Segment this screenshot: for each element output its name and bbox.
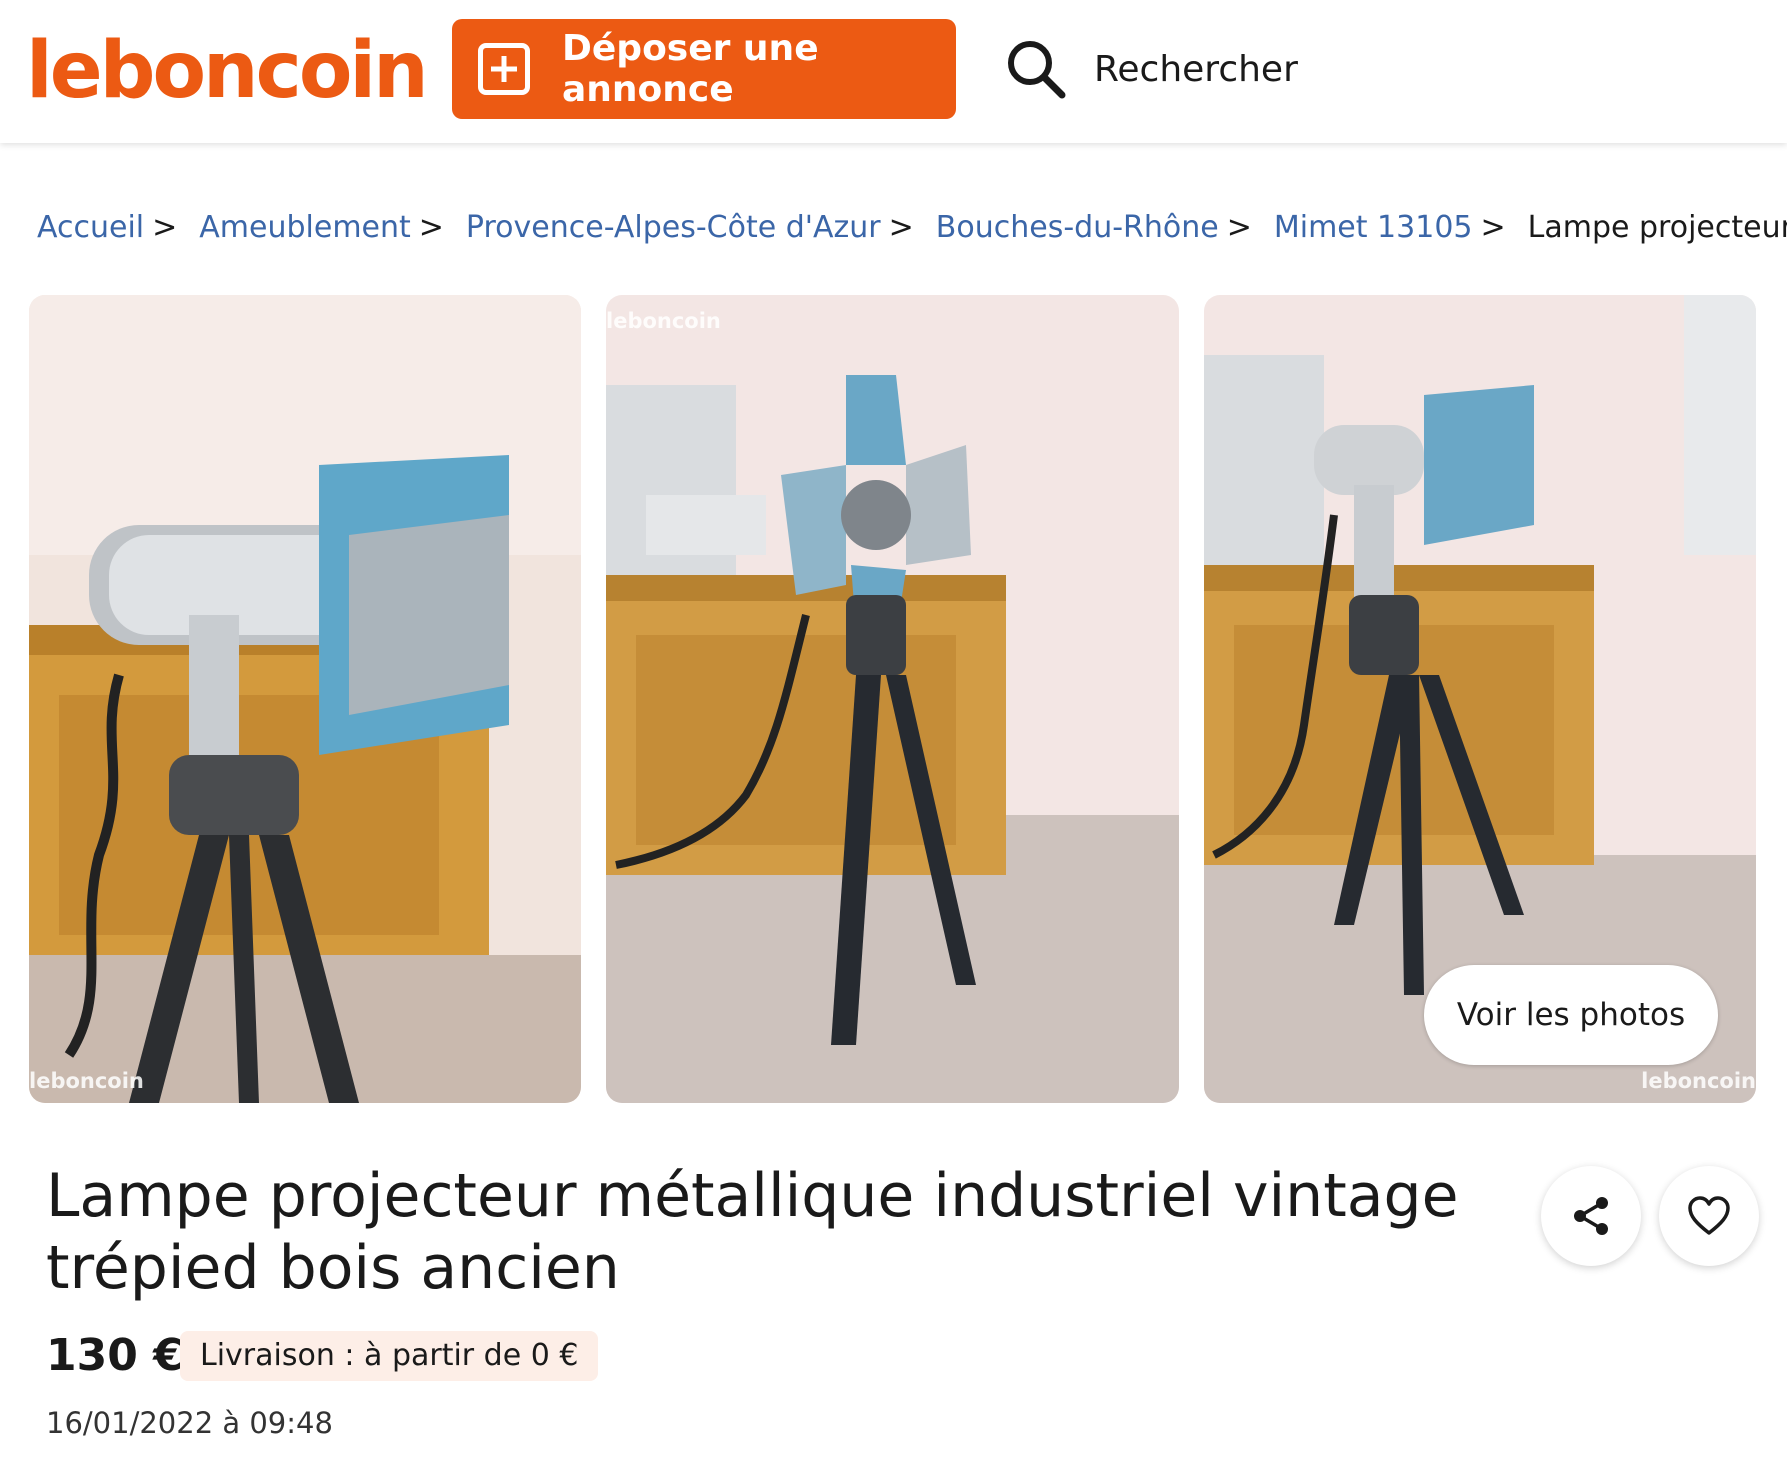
view-photos-button[interactable]: Voir les photos bbox=[1424, 965, 1718, 1065]
share-icon bbox=[1574, 1197, 1608, 1235]
search-button[interactable]: Rechercher bbox=[1004, 34, 1298, 104]
breadcrumb-separator: > bbox=[888, 210, 914, 245]
lamp-photo-image bbox=[29, 295, 581, 1103]
leboncoin-logo[interactable]: leboncoin bbox=[26, 26, 429, 116]
header: leboncoin Déposer une annonce Rechercher bbox=[0, 0, 1787, 143]
breadcrumb-category[interactable]: Ameublement bbox=[199, 210, 411, 245]
photo-watermark: leboncoin bbox=[1641, 1069, 1756, 1093]
breadcrumb-separator: > bbox=[1226, 210, 1252, 245]
listing-price: 130 € bbox=[46, 1330, 184, 1381]
listing-photo-2[interactable]: leboncoin bbox=[606, 295, 1179, 1103]
post-ad-button[interactable]: Déposer une annonce bbox=[452, 19, 956, 119]
photo-watermark: leboncoin bbox=[29, 1069, 144, 1093]
delivery-badge: Livraison : à partir de 0 € bbox=[180, 1331, 599, 1381]
breadcrumb-department[interactable]: Bouches-du-Rhône bbox=[936, 210, 1219, 245]
breadcrumb-separator: > bbox=[152, 210, 178, 245]
photo-watermark: leboncoin bbox=[606, 309, 721, 333]
breadcrumb: Accueil > Ameublement > Provence-Alpes-Côte … bbox=[37, 208, 1787, 248]
favorite-button[interactable] bbox=[1659, 1166, 1759, 1266]
post-ad-label: Déposer une annonce bbox=[562, 28, 819, 110]
breadcrumb-separator: > bbox=[1480, 210, 1506, 245]
lamp-photo-image bbox=[606, 295, 1179, 1103]
listing-date: 16/01/2022 à 09:48 bbox=[46, 1406, 333, 1440]
search-label: Rechercher bbox=[1094, 48, 1298, 90]
listing-title: Lampe projecteur métallique industriel v… bbox=[46, 1161, 1459, 1303]
search-icon bbox=[1008, 41, 1066, 99]
breadcrumb-separator: > bbox=[418, 210, 444, 245]
share-button[interactable] bbox=[1541, 1166, 1641, 1266]
breadcrumb-city[interactable]: Mimet 13105 bbox=[1274, 210, 1473, 245]
listing-photo-1[interactable]: leboncoin bbox=[29, 295, 581, 1103]
plus-square-icon bbox=[478, 43, 530, 95]
heart-icon bbox=[1688, 1196, 1730, 1235]
breadcrumb-home[interactable]: Accueil bbox=[37, 210, 144, 245]
breadcrumb-current: Lampe projecteur métallique industriel v… bbox=[1527, 210, 1787, 245]
breadcrumb-region[interactable]: Provence-Alpes-Côte d'Azur bbox=[466, 210, 881, 245]
